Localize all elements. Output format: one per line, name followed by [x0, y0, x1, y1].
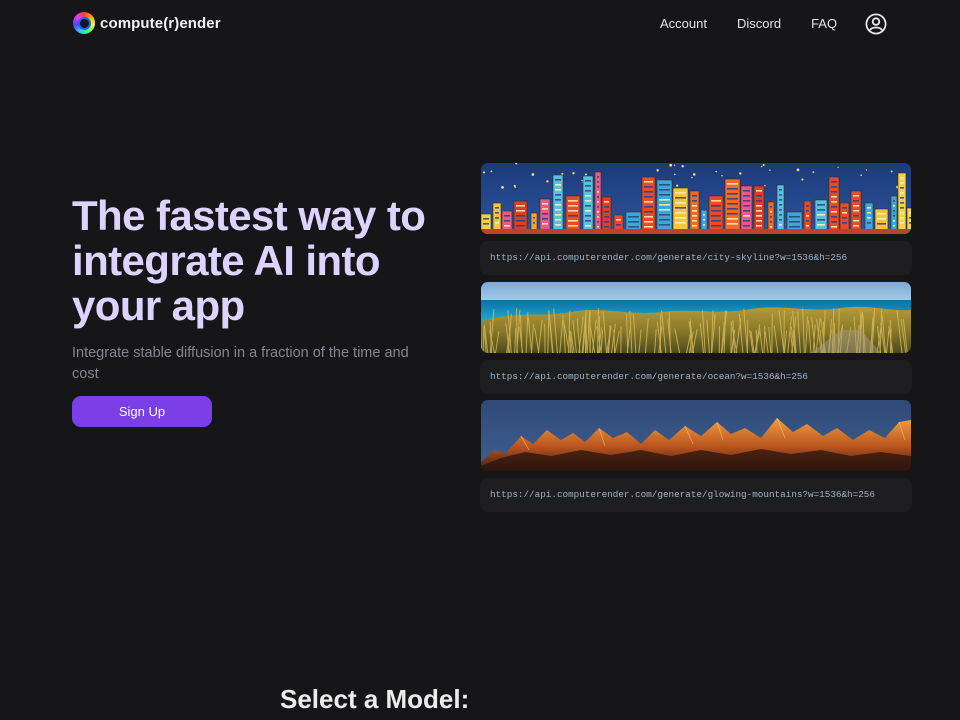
nav-discord-link[interactable]: Discord [737, 16, 781, 31]
select-model-heading: Select a Model: [280, 684, 470, 714]
sign-up-button[interactable]: Sign Up [72, 396, 212, 427]
user-profile-icon[interactable] [865, 13, 887, 35]
example-image-ocean [481, 282, 911, 353]
brand-logo[interactable]: compute(r)ender [73, 12, 221, 34]
example-image-city-skyline [481, 163, 911, 234]
hero-subtitle: Integrate stable diffusion in a fraction… [72, 345, 409, 382]
nav-account-link[interactable]: Account [660, 16, 707, 31]
nav-faq-link[interactable]: FAQ [811, 16, 837, 31]
example-image-glowing-mountains [481, 400, 911, 471]
nav-links: Account Discord FAQ [660, 16, 837, 31]
brand-name: compute(r)ender [100, 14, 221, 32]
hero-title: The fastest way to integrate AI into you… [72, 192, 426, 329]
top-nav-bar: compute(r)ender Account Discord FAQ [0, 0, 960, 48]
logo-icon [73, 12, 95, 34]
example-url-ocean[interactable]: https://api.computerender.com/generate/o… [480, 360, 912, 394]
example-url-glowing-mountains[interactable]: https://api.computerender.com/generate/g… [480, 478, 912, 512]
example-url-city-skyline[interactable]: https://api.computerender.com/generate/c… [480, 241, 912, 275]
